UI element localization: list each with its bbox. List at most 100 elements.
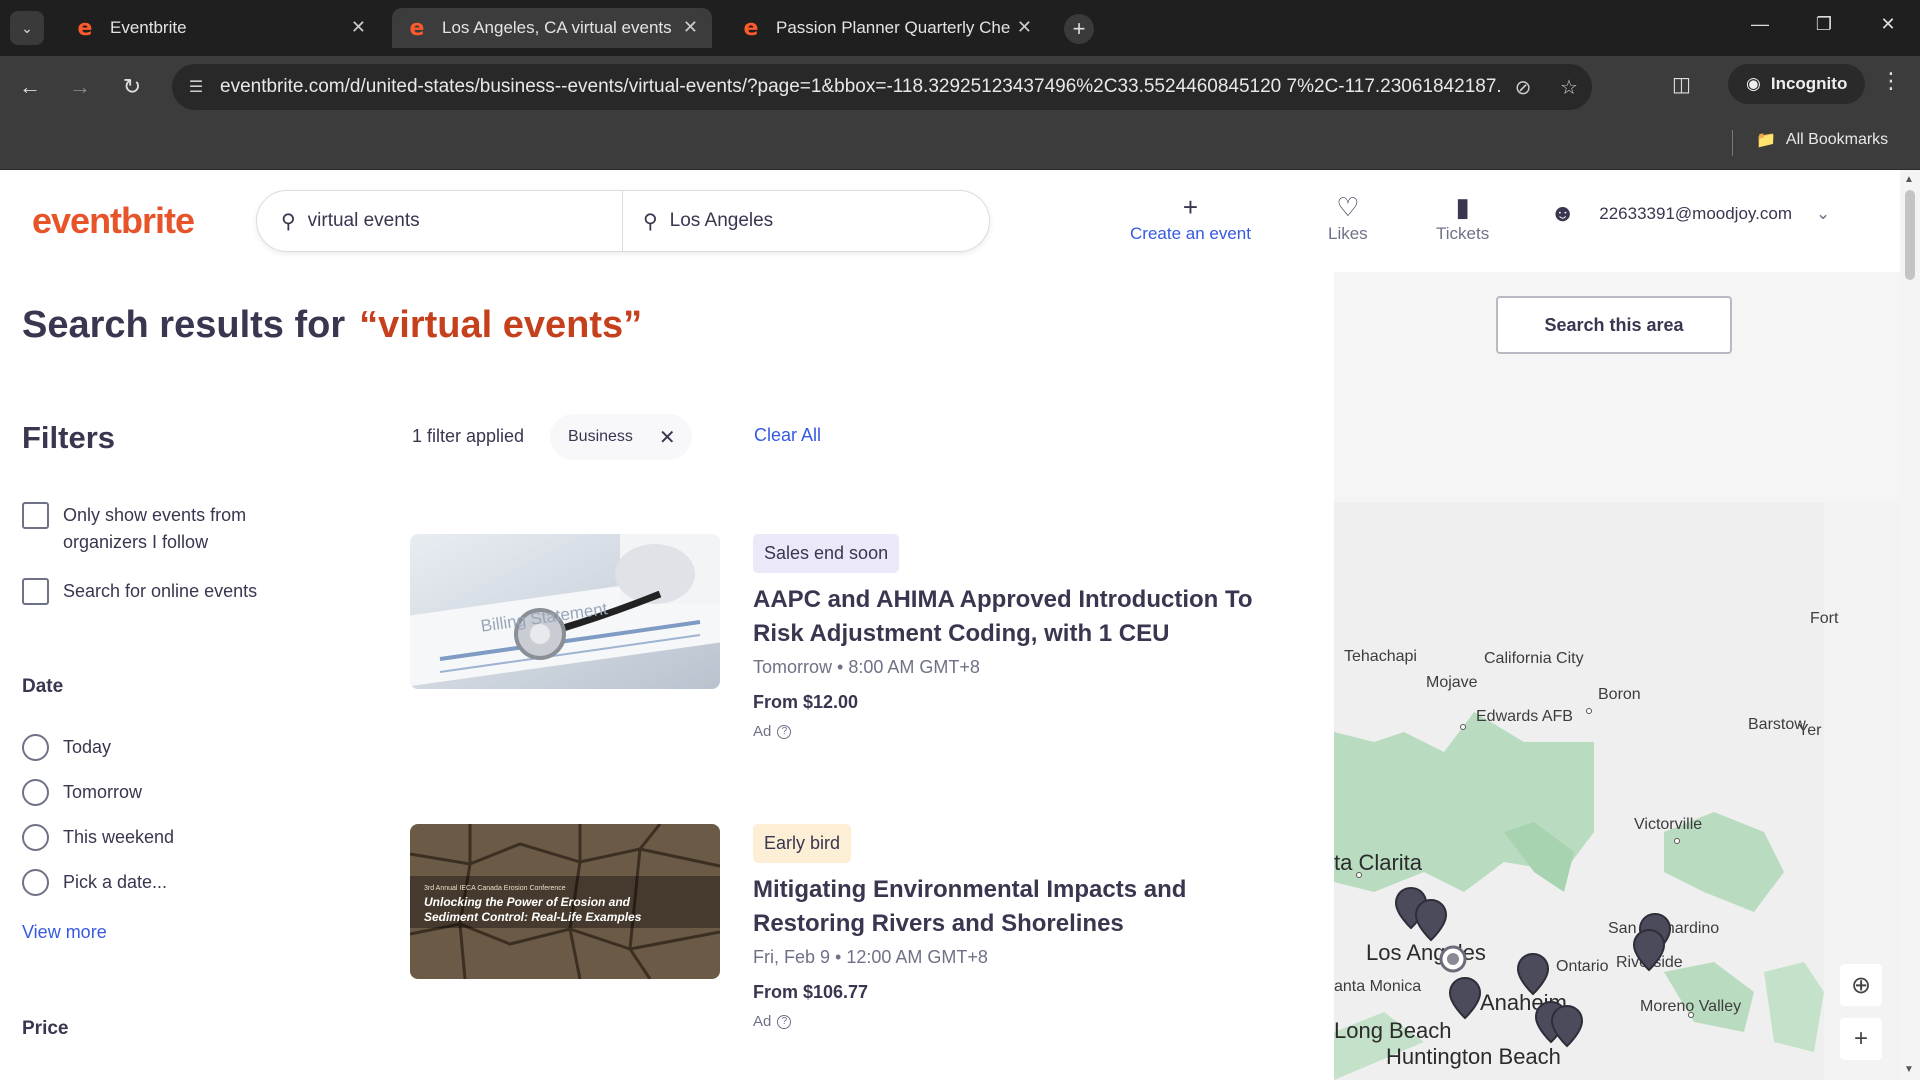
map-label: ta Clarita bbox=[1334, 850, 1423, 875]
info-icon[interactable]: ? bbox=[777, 724, 792, 739]
scroll-up-icon[interactable]: ▲ bbox=[1904, 174, 1914, 185]
heart-icon: ♡ bbox=[1336, 192, 1360, 222]
browser-tab-eventbrite[interactable]: e Eventbrite ✕ bbox=[60, 8, 380, 48]
scroll-down-icon[interactable]: ▼ bbox=[1904, 1064, 1914, 1075]
tab-close-icon[interactable]: ✕ bbox=[351, 17, 366, 38]
follow-organizers-checkbox[interactable]: Only show events from organizers I follo… bbox=[22, 502, 302, 556]
reload-icon[interactable]: ↻ bbox=[116, 71, 148, 103]
map-pin-icon[interactable] bbox=[1632, 928, 1666, 972]
map-dot bbox=[1460, 724, 1466, 730]
date-option-pick[interactable]: Pick a date... bbox=[22, 869, 167, 896]
incognito-badge[interactable]: ◉ Incognito bbox=[1728, 64, 1866, 104]
date-option-weekend[interactable]: This weekend bbox=[22, 824, 174, 851]
map-pin-icon[interactable] bbox=[1550, 1004, 1584, 1048]
map-label: California City bbox=[1484, 650, 1584, 667]
svg-text:Unlocking the Power of Erosion: Unlocking the Power of Erosion and bbox=[424, 895, 631, 909]
event-title[interactable]: AAPC and AHIMA Approved Introduction To … bbox=[753, 583, 1293, 651]
browser-tab-la-virtual-events[interactable]: e Los Angeles, CA virtual events ✕ bbox=[392, 8, 712, 48]
event-price: From $106.77 bbox=[753, 982, 869, 1002]
view-more-link[interactable]: View more bbox=[22, 922, 107, 943]
browser-menu-icon[interactable]: ⋮ bbox=[1880, 68, 1902, 94]
window-close-icon[interactable]: ✕ bbox=[1868, 14, 1908, 35]
online-events-checkbox[interactable]: Search for online events bbox=[22, 578, 257, 605]
create-event-button[interactable]: + Create an event bbox=[1130, 192, 1251, 244]
zoom-in-icon[interactable]: + bbox=[1840, 1018, 1882, 1060]
ad-label: Ad ? bbox=[753, 723, 1293, 740]
my-location-icon[interactable]: ⊕ bbox=[1840, 964, 1882, 1006]
browser-tab-passion-planner[interactable]: e Passion Planner Quarterly Che ✕ bbox=[726, 8, 1046, 48]
location-input[interactable] bbox=[669, 210, 950, 232]
map-pin-icon[interactable] bbox=[1448, 976, 1482, 1020]
map-label: Edwards AFB bbox=[1476, 708, 1573, 725]
minimize-icon[interactable]: — bbox=[1740, 14, 1780, 35]
eventbrite-favicon-icon: e bbox=[409, 15, 425, 41]
side-panel-icon[interactable]: ◫ bbox=[1672, 72, 1691, 97]
info-icon[interactable]: ? bbox=[777, 1014, 792, 1029]
filter-chip-business[interactable]: Business ✕ bbox=[550, 414, 692, 460]
ticket-icon: ▮ bbox=[1455, 192, 1470, 222]
tab-close-icon[interactable]: ✕ bbox=[683, 17, 698, 38]
page-scrollbar[interactable]: ▲ ▼ bbox=[1900, 170, 1920, 1080]
address-bar[interactable]: ☰ eventbrite.com/d/united-states/busines… bbox=[172, 64, 1592, 110]
price-filter-heading: Price bbox=[22, 1018, 69, 1039]
search-location-part[interactable]: ⚲ bbox=[623, 191, 950, 251]
map-label: Long Beach bbox=[1334, 1018, 1452, 1043]
map-label: Mojave bbox=[1426, 674, 1478, 691]
map-label: Boron bbox=[1598, 686, 1641, 703]
tab-search-chevron-icon[interactable]: ⌄ bbox=[10, 11, 44, 45]
map-pin-icon[interactable] bbox=[1414, 898, 1448, 942]
bookmark-star-icon[interactable]: ☆ bbox=[1546, 75, 1592, 100]
event-thumbnail[interactable]: 3rd Annual IECA Canada Erosion Conferenc… bbox=[410, 824, 720, 979]
forward-arrow-icon[interactable]: → bbox=[64, 71, 96, 103]
radio-button[interactable] bbox=[22, 869, 49, 896]
restore-icon[interactable]: ❐ bbox=[1804, 14, 1844, 35]
search-bar: ⚲ ⚲ bbox=[256, 190, 990, 252]
event-info: Sales end soon AAPC and AHIMA Approved I… bbox=[753, 534, 1293, 740]
eventbrite-logo[interactable]: eventbrite bbox=[32, 200, 195, 242]
scroll-thumb[interactable] bbox=[1905, 190, 1915, 280]
new-tab-plus-icon[interactable]: + bbox=[1064, 14, 1094, 44]
billing-statement-image: Billing Statement bbox=[410, 534, 720, 689]
eventbrite-favicon-icon: e bbox=[77, 15, 93, 41]
event-info: Early bird Mitigating Environmental Impa… bbox=[753, 824, 1293, 1030]
radio-button[interactable] bbox=[22, 779, 49, 806]
clear-all-link[interactable]: Clear All bbox=[754, 425, 821, 446]
site-info-icon[interactable]: ☰ bbox=[172, 77, 220, 97]
filters-heading: Filters bbox=[22, 420, 116, 455]
cracked-earth-image: 3rd Annual IECA Canada Erosion Conferenc… bbox=[410, 824, 720, 979]
event-thumbnail[interactable]: Billing Statement bbox=[410, 534, 720, 689]
date-option-tomorrow[interactable]: Tomorrow bbox=[22, 779, 142, 806]
map-dot bbox=[1586, 708, 1592, 714]
back-arrow-icon[interactable]: ← bbox=[14, 71, 46, 103]
eye-off-icon[interactable]: ⊘ bbox=[1500, 75, 1546, 100]
svg-text:3rd Annual IECA Canada Erosion: 3rd Annual IECA Canada Erosion Conferenc… bbox=[424, 885, 566, 892]
account-menu[interactable]: ☻ 22633391@moodjoy.com ⌄ bbox=[1550, 200, 1830, 228]
browser-tab-bar: ⌄ e Eventbrite ✕ e Los Angeles, CA virtu… bbox=[0, 0, 1920, 56]
tab-close-icon[interactable]: ✕ bbox=[1017, 17, 1032, 38]
search-input[interactable] bbox=[307, 210, 588, 232]
browser-toolbar: ← → ↻ ☰ eventbrite.com/d/united-states/b… bbox=[0, 56, 1920, 118]
date-filter-heading: Date bbox=[22, 676, 64, 697]
likes-button[interactable]: ♡ Likes bbox=[1328, 192, 1368, 244]
checkbox-box[interactable] bbox=[22, 502, 49, 529]
search-query-part[interactable]: ⚲ bbox=[257, 191, 623, 251]
map-label: Fort bbox=[1810, 610, 1839, 627]
radio-button[interactable] bbox=[22, 824, 49, 851]
address-url[interactable]: eventbrite.com/d/united-states/business-… bbox=[220, 76, 1500, 98]
remove-filter-icon[interactable]: ✕ bbox=[659, 425, 676, 450]
map-label: Tehachapi bbox=[1344, 648, 1417, 665]
date-option-today[interactable]: Today bbox=[22, 734, 111, 761]
incognito-icon: ◉ bbox=[1746, 74, 1761, 93]
search-this-area-button[interactable]: Search this area bbox=[1496, 296, 1732, 354]
events-map[interactable]: Search this area Fort Tehachapi Californ… bbox=[1334, 272, 1900, 1080]
event-title[interactable]: Mitigating Environmental Impacts and Res… bbox=[753, 873, 1293, 941]
map-pin-icon[interactable] bbox=[1516, 952, 1550, 996]
checkbox-box[interactable] bbox=[22, 578, 49, 605]
tickets-button[interactable]: ▮ Tickets bbox=[1436, 192, 1489, 244]
ad-label: Ad ? bbox=[753, 1013, 1293, 1030]
eventbrite-page: eventbrite ⚲ ⚲ + Create an event ♡ Likes… bbox=[0, 170, 1900, 1080]
all-bookmarks-button[interactable]: 📁 All Bookmarks bbox=[1756, 130, 1888, 150]
map-label: Huntington Beach bbox=[1386, 1044, 1561, 1069]
radio-button[interactable] bbox=[22, 734, 49, 761]
map-label: Yer bbox=[1798, 722, 1822, 739]
